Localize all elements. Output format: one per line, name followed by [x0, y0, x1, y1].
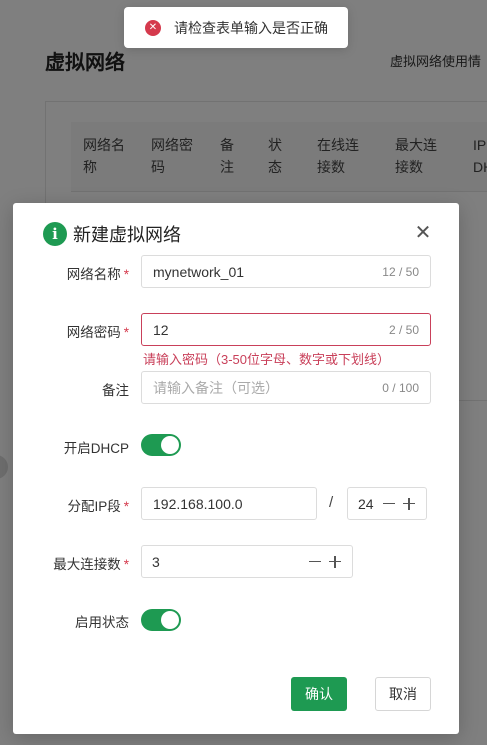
max-connections-value: 3 [152, 553, 160, 570]
network-name-count: 12 / 50 [382, 264, 419, 279]
network-name-input[interactable]: mynetwork_01 12 / 50 [141, 255, 431, 288]
ip-address-value: 192.168.100.0 [153, 495, 243, 512]
enabled-label: 启用状态 [75, 615, 129, 630]
error-toast: ✕ 请检查表单输入是否正确 [124, 7, 348, 48]
remark-input[interactable]: 请输入备注（可选） 0 / 100 [141, 371, 431, 404]
cancel-button[interactable]: 取消 [375, 677, 431, 711]
required-mark: * [123, 499, 129, 514]
remark-placeholder: 请输入备注（可选） [153, 379, 279, 396]
close-icon[interactable]: ✕ [413, 223, 433, 243]
network-password-value: 12 [153, 321, 169, 338]
remark-count: 0 / 100 [382, 380, 419, 395]
toast-message: 请检查表单输入是否正确 [174, 19, 328, 36]
dialog-title: 新建虚拟网络 [73, 225, 181, 245]
confirm-button[interactable]: 确认 [291, 677, 347, 711]
toggle-knob [161, 611, 179, 629]
ip-segment-label: 分配IP段 * [67, 499, 129, 514]
required-mark: * [123, 267, 129, 282]
enabled-toggle[interactable] [141, 609, 181, 631]
dhcp-label: 开启DHCP [63, 441, 129, 456]
increment-icon[interactable] [328, 555, 342, 569]
required-mark: * [123, 557, 129, 572]
required-mark: * [123, 325, 129, 340]
toggle-knob [161, 436, 179, 454]
max-connections-label: 最大连接数 * [53, 557, 129, 572]
decrement-icon[interactable] [382, 497, 396, 511]
dhcp-toggle[interactable] [141, 434, 181, 456]
increment-icon[interactable] [402, 497, 416, 511]
max-connections-stepper[interactable]: 3 [141, 545, 353, 578]
ip-prefix-stepper[interactable]: 24 [347, 487, 427, 520]
network-password-count: 2 / 50 [388, 322, 419, 337]
decrement-icon[interactable] [308, 555, 322, 569]
ip-prefix-value: 24 [358, 495, 374, 512]
network-password-input[interactable]: 12 2 / 50 [141, 313, 431, 346]
network-password-label: 网络密码 * [66, 325, 129, 340]
ip-separator: / [329, 494, 334, 511]
new-network-dialog: i 新建虚拟网络 ✕ 网络名称 * mynetwork_01 12 / 50 网络… [13, 203, 459, 734]
network-name-label: 网络名称 * [66, 267, 129, 282]
dialog-header: i 新建虚拟网络 [43, 221, 181, 247]
ip-address-input[interactable]: 192.168.100.0 [141, 487, 317, 520]
network-name-value: mynetwork_01 [153, 263, 245, 280]
remark-label: 备注 [102, 383, 129, 398]
password-error-message: 请输入密码（3-50位字母、数字或下划线） [143, 352, 391, 367]
info-icon: i [43, 222, 67, 246]
error-icon: ✕ [145, 19, 161, 36]
